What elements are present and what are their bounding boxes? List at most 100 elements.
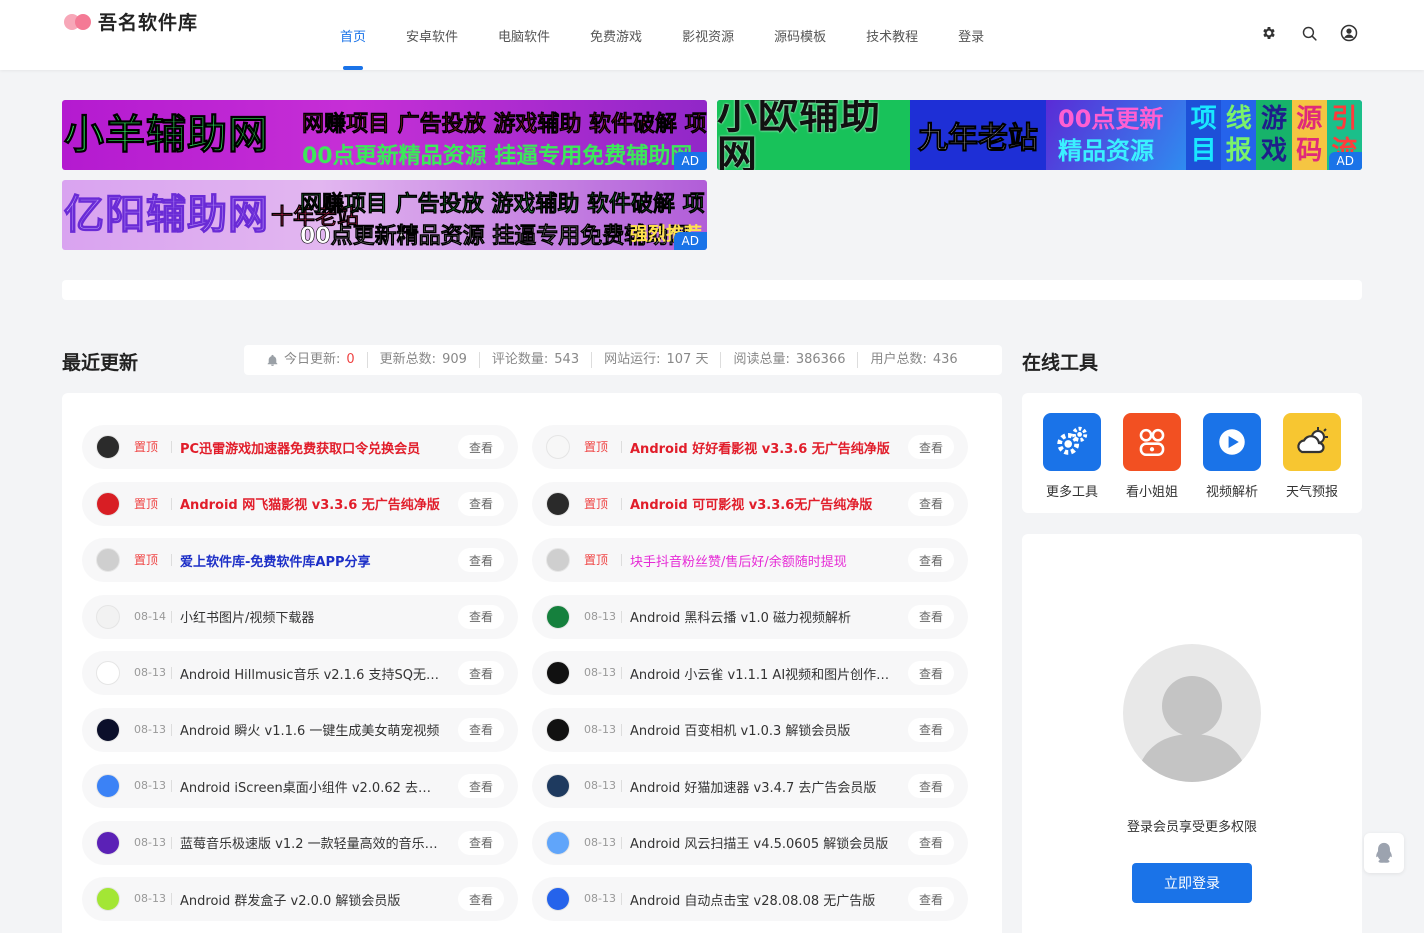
list-item[interactable]: 08-13 蓝莓音乐极速版 v1.2 一款轻量高效的音乐播放器 查看: [82, 820, 518, 865]
stat-value: 107 天: [666, 352, 709, 367]
view-button[interactable]: 查看: [458, 717, 504, 742]
user-card: 登录会员享受更多权限 立即登录: [1022, 534, 1362, 933]
item-title[interactable]: PC迅雷游戏加速器免费获取口令兑换会员: [180, 438, 442, 457]
item-title[interactable]: Android 网飞猫影视 v3.3.6 无广告纯净版: [180, 494, 442, 513]
item-title[interactable]: 小红书图片/视频下载器: [180, 607, 442, 626]
nav-item-home[interactable]: 首页: [320, 0, 386, 70]
view-button[interactable]: 查看: [908, 830, 954, 855]
app-icon: [96, 774, 120, 798]
view-button[interactable]: 查看: [908, 774, 954, 798]
item-title[interactable]: Android 风云扫描王 v4.5.0605 解锁会员版: [630, 833, 892, 852]
banner-big-text: 小欧辅助网: [717, 100, 881, 170]
view-button[interactable]: 查看: [908, 661, 954, 685]
list-item[interactable]: 08-13 Android Hillmusic音乐 v2.1.6 支持SQ无损下载…: [82, 651, 518, 695]
item-title[interactable]: Android 小云雀 v1.1.1 AI视频和图片创作工具: [630, 664, 892, 683]
list-item[interactable]: 08-13 Android iScreen桌面小组件 v2.0.62 去广告版 查看: [82, 764, 518, 808]
ad-banner-xiaoyang[interactable]: 小羊辅助网 网赚项目 广告投放 游戏辅助 软件破解 项目多多 00点更新精品资源…: [62, 100, 707, 170]
list-item[interactable]: 08-14 小红书图片/视频下载器 查看: [82, 594, 518, 639]
banner-col-char: 线: [1225, 104, 1252, 134]
default-avatar-icon: [1135, 676, 1249, 782]
view-button[interactable]: 查看: [458, 604, 504, 629]
qq-float-button[interactable]: [1364, 833, 1404, 873]
ad-tag: AD: [673, 152, 707, 170]
item-title[interactable]: Android 瞬火 v1.1.6 一键生成美女萌宠视频: [180, 720, 442, 739]
ad-banner-xiaoou[interactable]: 小欧辅助网 九年老站 00点更新 精品资源 项 目 线 报 游 戏 源 码 引 …: [717, 100, 1362, 170]
tool-more[interactable]: 更多工具: [1042, 413, 1102, 500]
list-item[interactable]: 08-13 Android 自动点击宝 v28.08.08 无广告版 查看: [532, 877, 968, 921]
view-button[interactable]: 查看: [908, 604, 954, 629]
gear-icon[interactable]: [1260, 24, 1278, 42]
list-item[interactable]: 置顶 Android 网飞猫影视 v3.3.6 无广告纯净版 查看: [82, 481, 518, 526]
list-item[interactable]: 置顶 Android 可可影视 v3.3.6无广告纯净版 查看: [532, 481, 968, 526]
item-title[interactable]: Android Hillmusic音乐 v2.1.6 支持SQ无损下载: [180, 664, 442, 683]
view-button[interactable]: 查看: [458, 887, 504, 911]
item-title[interactable]: 块手抖音粉丝赞/售后好/余额随时提现: [630, 551, 892, 570]
item-title[interactable]: 蓝莓音乐极速版 v1.2 一款轻量高效的音乐播放器: [180, 833, 442, 852]
tool-girls[interactable]: 看小姐姐: [1122, 413, 1182, 500]
item-title[interactable]: Android 可可影视 v3.3.6无广告纯净版: [630, 494, 892, 513]
list-item[interactable]: 置顶 Android 好好看影视 v3.3.6 无广告纯净版 查看: [532, 425, 968, 469]
nav-item-video[interactable]: 影视资源: [662, 0, 754, 70]
nav-item-tutorials[interactable]: 技术教程: [846, 0, 938, 70]
stat-label: 用户总数:: [870, 352, 927, 367]
item-title[interactable]: Android 好好看影视 v3.3.6 无广告纯净版: [630, 438, 892, 457]
view-button[interactable]: 查看: [908, 435, 954, 459]
item-title[interactable]: Android 黑科云播 v1.0 磁力视频解析: [630, 607, 892, 626]
view-button[interactable]: 查看: [908, 548, 954, 572]
view-button[interactable]: 查看: [908, 717, 954, 742]
tool-video-parse[interactable]: 视频解析: [1202, 413, 1262, 500]
app-icon: [546, 830, 570, 855]
stat-uptime: 网站运行: 107 天: [592, 352, 722, 368]
nav-item-games[interactable]: 免费游戏: [570, 0, 662, 70]
ad-banner-yiyang[interactable]: 亿阳辅助网 十年老站 网赚项目 广告投放 游戏辅助 软件破解 项目多多 00点更…: [62, 180, 707, 250]
site-logo[interactable]: 吾名软件库: [64, 8, 198, 35]
list-item[interactable]: 08-13 Android 风云扫描王 v4.5.0605 解锁会员版 查看: [532, 820, 968, 865]
view-button[interactable]: 查看: [908, 887, 954, 911]
view-button[interactable]: 查看: [458, 491, 504, 516]
banner-col-char: 码: [1296, 136, 1323, 166]
stat-label: 评论数量:: [491, 352, 549, 367]
list-item[interactable]: 08-13 Android 瞬火 v1.1.6 一键生成美女萌宠视频 查看: [82, 707, 518, 752]
item-title[interactable]: Android 自动点击宝 v28.08.08 无广告版: [630, 890, 892, 909]
item-title[interactable]: Android 群发盒子 v2.0.0 解锁会员版: [180, 890, 442, 909]
list-item[interactable]: 置顶 块手抖音粉丝赞/售后好/余额随时提现 查看: [532, 538, 968, 582]
view-button[interactable]: 查看: [458, 661, 504, 685]
nav-item-source[interactable]: 源码模板: [754, 0, 846, 70]
tool-label: 天气预报: [1285, 485, 1338, 500]
list-item[interactable]: 08-13 Android 黑科云播 v1.0 磁力视频解析 查看: [532, 594, 968, 639]
nav-item-android[interactable]: 安卓软件: [386, 0, 478, 70]
item-title[interactable]: Android iScreen桌面小组件 v2.0.62 去广告版: [180, 777, 442, 796]
item-title[interactable]: Android 好猫加速器 v3.4.7 去广告会员版: [630, 777, 892, 796]
item-date: 08-13: [134, 723, 172, 736]
stat-today: 今日更新: 0: [254, 352, 368, 368]
list-item[interactable]: 置顶 PC迅雷游戏加速器免费获取口令兑换会员 查看: [82, 425, 518, 469]
list-item[interactable]: 08-13 Android 百变相机 v1.0.3 解锁会员版 查看: [532, 707, 968, 752]
app-icon: [96, 830, 120, 855]
list-item[interactable]: 08-13 Android 好猫加速器 v3.4.7 去广告会员版 查看: [532, 764, 968, 808]
nav-item-pc[interactable]: 电脑软件: [478, 0, 570, 70]
login-button[interactable]: 立即登录: [1132, 863, 1252, 903]
banner-t2: 精品资源: [1058, 137, 1154, 165]
view-button[interactable]: 查看: [458, 548, 504, 572]
view-button[interactable]: 查看: [458, 435, 504, 459]
stat-users: 用户总数: 436: [858, 352, 969, 368]
tool-weather[interactable]: 天气预报: [1282, 413, 1342, 500]
item-title[interactable]: 爱上软件库-免费软件库APP分享: [180, 551, 442, 570]
list-item[interactable]: 置顶 爱上软件库-免费软件库APP分享 查看: [82, 538, 518, 582]
item-title[interactable]: Android 百变相机 v1.0.3 解锁会员版: [630, 720, 892, 739]
list-item[interactable]: 08-13 Android 群发盒子 v2.0.0 解锁会员版 查看: [82, 877, 518, 921]
item-date: 08-13: [134, 893, 172, 905]
notice-strip: [62, 280, 1362, 300]
play-icon: [1203, 413, 1261, 471]
nav-item-login[interactable]: 登录: [938, 0, 1004, 70]
banner-col-char: 报: [1225, 136, 1252, 166]
view-button[interactable]: 查看: [458, 774, 504, 798]
list-item[interactable]: 08-13 Android 小云雀 v1.1.1 AI视频和图片创作工具 查看: [532, 651, 968, 695]
search-icon[interactable]: [1300, 24, 1318, 42]
banner-line2: 00点更新精品资源 挂逼专用免费辅助网: [302, 144, 693, 169]
view-button[interactable]: 查看: [458, 830, 504, 855]
view-button[interactable]: 查看: [908, 491, 954, 516]
user-icon[interactable]: [1340, 24, 1358, 42]
stat-reads: 阅读总量: 386366: [721, 352, 859, 368]
banner-col-char: 游: [1261, 104, 1288, 134]
